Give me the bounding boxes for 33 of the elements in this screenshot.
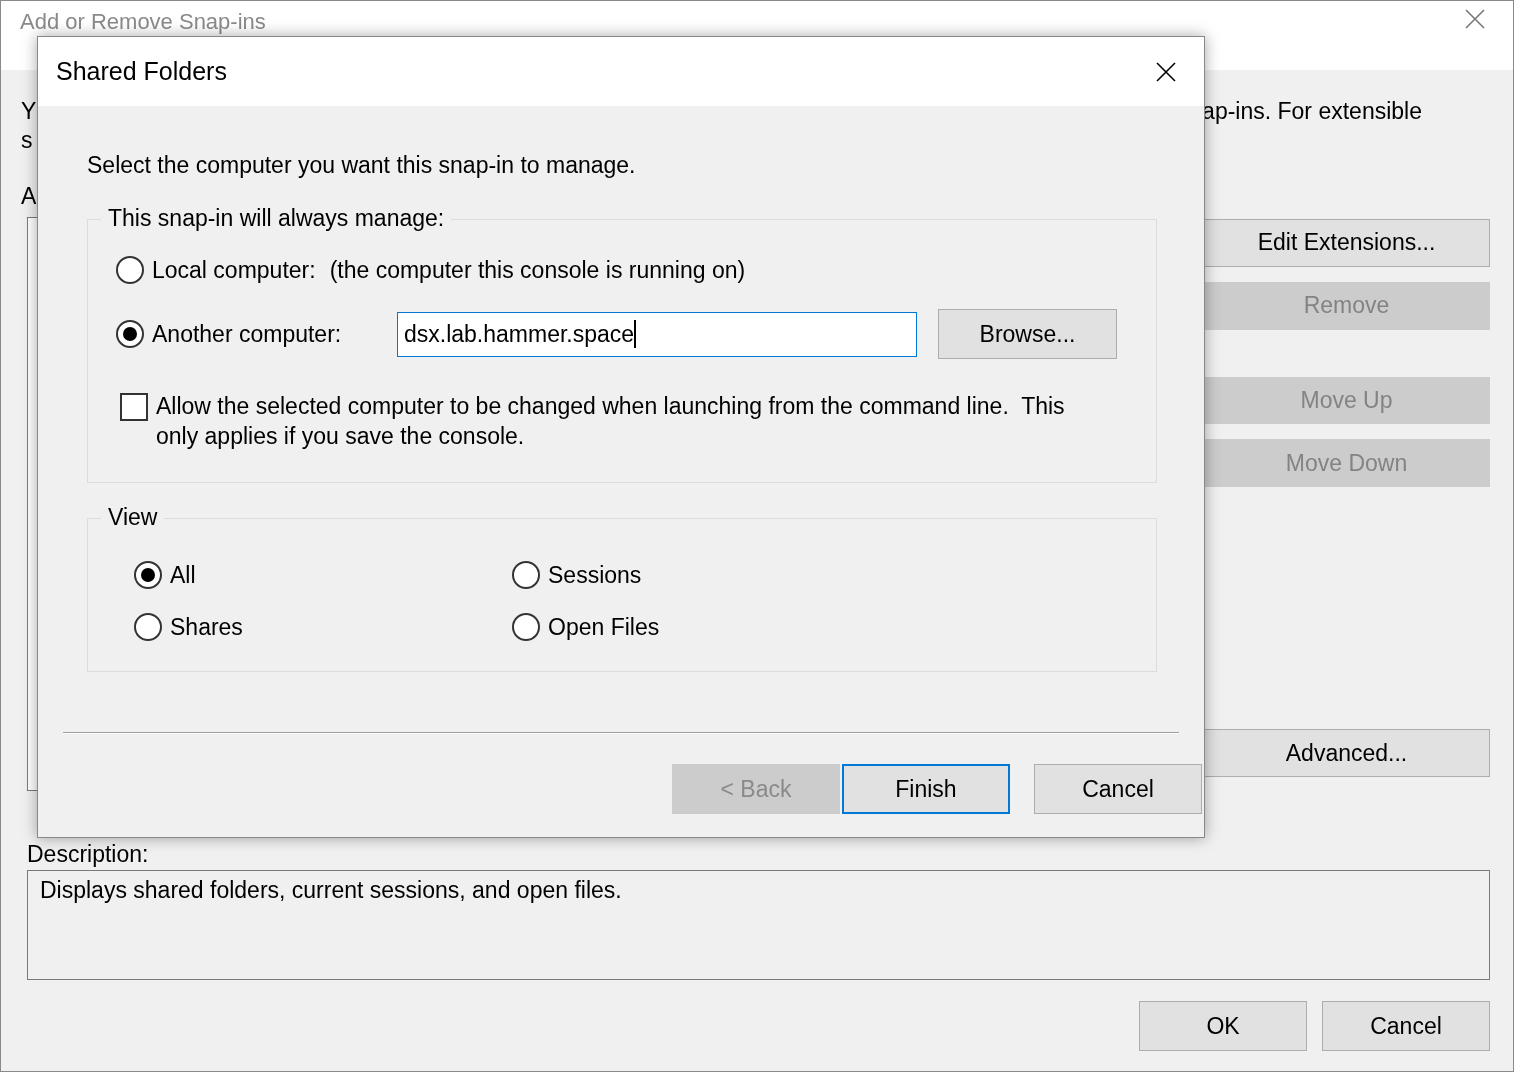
description-label: Description: bbox=[27, 840, 150, 868]
instruction-text: Y bbox=[21, 97, 37, 126]
radio-label[interactable]: Local computer: bbox=[152, 256, 316, 284]
ok-button[interactable]: OK bbox=[1139, 1001, 1307, 1051]
radio-label[interactable]: Shares bbox=[170, 613, 243, 641]
radio-button[interactable] bbox=[134, 561, 162, 589]
browse-button[interactable]: Browse... bbox=[938, 309, 1117, 359]
computer-name-field[interactable]: dsx.lab.hammer.space bbox=[397, 311, 917, 357]
radio-label[interactable]: Sessions bbox=[548, 561, 642, 589]
window-title: Add or Remove Snap-ins bbox=[20, 9, 266, 35]
prompt-text: Select the computer you want this snap-in to manage. bbox=[87, 151, 637, 179]
list-label: A bbox=[21, 182, 38, 211]
finish-button[interactable]: Finish bbox=[842, 764, 1010, 814]
radio-label[interactable]: All bbox=[170, 561, 196, 589]
description-text: Displays shared folders, current sessions, and open files. bbox=[40, 877, 622, 903]
radio-button[interactable] bbox=[116, 320, 144, 348]
dialog-title: Shared Folders bbox=[56, 57, 227, 86]
instruction-text: s bbox=[21, 126, 34, 155]
side-button[interactable]: Edit Extensions... bbox=[1203, 219, 1490, 267]
checkbox-label[interactable]: Allow the selected computer to be changed when launching from the command line. This only applies if you save the console. bbox=[156, 391, 1096, 451]
advanced-button[interactable]: Advanced... bbox=[1203, 729, 1490, 777]
cancel-button[interactable]: Cancel bbox=[1322, 1001, 1490, 1051]
close-icon[interactable] bbox=[1156, 61, 1176, 82]
checkbox[interactable] bbox=[120, 393, 148, 421]
radio-button[interactable] bbox=[512, 613, 540, 641]
radio-label[interactable]: Open Files bbox=[548, 613, 660, 641]
radio-label[interactable]: Another computer: bbox=[152, 320, 397, 348]
radio-button[interactable] bbox=[512, 561, 540, 589]
instruction-text: ap-ins. For extensible bbox=[1202, 97, 1423, 126]
cancel-button[interactable]: Cancel bbox=[1034, 764, 1202, 814]
radio-note: (the computer this console is running on) bbox=[329, 256, 746, 284]
radio-button[interactable] bbox=[116, 256, 144, 284]
radio-button[interactable] bbox=[134, 613, 162, 641]
